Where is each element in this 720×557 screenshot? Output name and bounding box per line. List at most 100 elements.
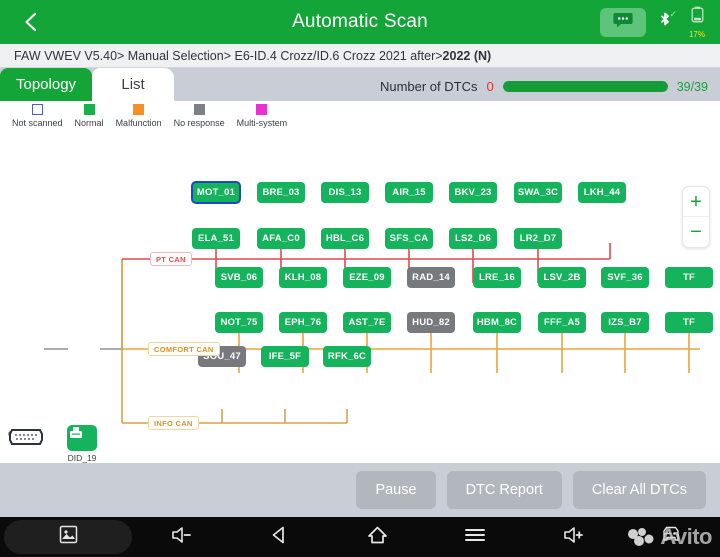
status-legend: Not scanned Normal Malfunction No response M… <box>0 101 720 131</box>
ecu-node[interactable]: SVB_06 <box>215 267 263 288</box>
zoom-controls: + − <box>682 186 710 248</box>
menu-button[interactable] <box>426 517 524 557</box>
ecu-node[interactable]: IFE_5F <box>261 346 309 367</box>
ecu-node[interactable]: LKH_44 <box>578 182 626 203</box>
legend-item-malfunction: Malfunction <box>110 101 168 128</box>
ecu-node[interactable]: EPH_76 <box>279 312 327 333</box>
ecu-node[interactable]: SVF_36 <box>601 267 649 288</box>
legend-item-multisystem: Multi-system <box>231 101 294 128</box>
app-header: Automatic Scan ✓ 17% <box>0 0 720 44</box>
chat-button[interactable] <box>600 7 646 37</box>
obd-connector[interactable]: OBD <box>8 427 43 445</box>
ecu-node[interactable]: AFA_C0 <box>257 228 305 249</box>
tab-topology[interactable]: Topology <box>0 68 93 101</box>
legend-swatch-notscanned <box>31 104 43 115</box>
ecu-node[interactable]: LS2_D6 <box>449 228 497 249</box>
back-icon <box>269 525 289 550</box>
legend-swatch-multisystem <box>256 104 268 115</box>
bus-label-info-can: INFO CAN <box>148 416 199 430</box>
chevron-left-icon <box>21 11 41 33</box>
battery-status: 17% <box>684 6 710 39</box>
breadcrumb: FAW VWEV V5.40> Manual Selection> E6-ID.… <box>0 44 720 68</box>
ecu-node[interactable]: HUD_82 <box>407 312 455 333</box>
scan-progress-text: 39/39 <box>676 79 708 94</box>
bluetooth-status[interactable]: ✓ <box>657 10 677 33</box>
tab-group: Topology List <box>0 68 175 101</box>
ecu-node[interactable]: FFF_A5 <box>538 312 586 333</box>
home-icon <box>367 525 388 550</box>
ecu-node[interactable]: HBL_C6 <box>321 228 369 249</box>
ecu-node[interactable]: BKV_23 <box>449 182 497 203</box>
topology-canvas[interactable]: OBD DID_19 PT CAN COMFORT CAN INFO CAN M… <box>0 131 720 463</box>
clear-all-dtcs-button[interactable]: Clear All DTCs <box>572 471 706 509</box>
bus-label-pt-can: PT CAN <box>150 252 192 266</box>
dtc-summary: Number of DTCs 0 39/39 <box>380 79 720 101</box>
ecu-node[interactable]: TF <box>665 267 713 288</box>
ecu-node[interactable]: NOT_75 <box>215 312 263 333</box>
gateway-label: DID_19 <box>67 453 97 463</box>
legend-swatch-noresponse <box>193 104 205 115</box>
dtc-label: Number of DTCs <box>379 79 478 94</box>
screenshot-icon <box>59 525 78 549</box>
ecu-node[interactable]: ELA_51 <box>192 228 240 249</box>
legend-swatch-normal <box>83 104 95 115</box>
home-button[interactable] <box>328 517 426 557</box>
bus-label-comfort-can: COMFORT CAN <box>148 342 220 356</box>
ecu-node[interactable]: RAD_14 <box>407 267 455 288</box>
gateway-node[interactable]: DID_19 <box>67 425 97 463</box>
ecu-node[interactable]: MOT_01 <box>191 181 241 204</box>
legend-label: Not scanned <box>12 118 63 128</box>
legend-item-normal: Normal <box>69 101 110 128</box>
battery-icon <box>691 6 704 30</box>
ecu-node[interactable]: TF <box>665 312 713 333</box>
breadcrumb-current: 2022 (N) <box>442 48 492 63</box>
scan-progress-fill <box>502 81 668 92</box>
action-bar: Pause DTC Report Clear All DTCs <box>0 463 720 517</box>
ecu-node[interactable]: RFK_6C <box>323 346 371 367</box>
ecu-node[interactable]: LR2_D7 <box>514 228 562 249</box>
tab-list[interactable]: List <box>92 68 175 101</box>
dtc-count: 0 <box>486 79 494 94</box>
battery-percent: 17% <box>688 29 705 39</box>
ecu-node[interactable]: KLH_08 <box>279 267 327 288</box>
volume-down-button[interactable] <box>132 517 230 557</box>
ecu-node[interactable]: IZS_B7 <box>601 312 649 333</box>
zoom-out-button[interactable]: − <box>683 217 709 247</box>
ecu-node[interactable]: DIS_13 <box>321 182 369 203</box>
legend-swatch-malfunction <box>133 104 145 115</box>
screenshot-button[interactable] <box>4 520 132 554</box>
volume-up-button[interactable] <box>524 517 622 557</box>
legend-label: Malfunction <box>115 118 162 128</box>
ecu-node[interactable]: LRE_16 <box>473 267 521 288</box>
back-button-nav[interactable] <box>230 517 328 557</box>
ecu-node[interactable]: EZE_09 <box>343 267 391 288</box>
ecu-node[interactable]: SWA_3C <box>514 182 562 203</box>
ecu-node[interactable]: AIR_15 <box>385 182 433 203</box>
bluetooth-connected-icon: ✓ <box>669 9 677 19</box>
ecu-node[interactable]: BRE_03 <box>257 182 305 203</box>
menu-icon <box>464 526 486 549</box>
ecu-node[interactable]: LSV_2B <box>538 267 586 288</box>
ecu-node[interactable]: SFS_CA <box>385 228 433 249</box>
car-diagnostic-icon <box>660 525 682 549</box>
chat-bubble-icon <box>613 12 633 33</box>
car-diagnostic-button[interactable] <box>622 517 720 557</box>
scan-progress-bar <box>502 81 668 92</box>
dtc-report-button[interactable]: DTC Report <box>446 471 562 509</box>
legend-item-notscanned: Not scanned <box>6 101 69 128</box>
legend-label: No response <box>173 118 225 128</box>
legend-item-noresponse: No response <box>168 101 231 128</box>
ecu-node[interactable]: AST_7E <box>343 312 391 333</box>
back-button[interactable] <box>10 1 52 43</box>
legend-label: Normal <box>74 118 104 128</box>
zoom-in-button[interactable]: + <box>683 187 709 217</box>
volume-down-icon <box>169 525 193 550</box>
topology-wires <box>44 236 700 424</box>
header-actions: ✓ 17% <box>600 6 710 39</box>
tab-bar: Topology List Number of DTCs 0 39/39 <box>0 68 720 101</box>
pause-button[interactable]: Pause <box>356 471 436 509</box>
gateway-icon <box>67 425 97 451</box>
ecu-node[interactable]: HBM_8C <box>473 312 521 333</box>
volume-up-icon <box>561 525 585 550</box>
android-navigation-bar: Avito <box>0 517 720 557</box>
